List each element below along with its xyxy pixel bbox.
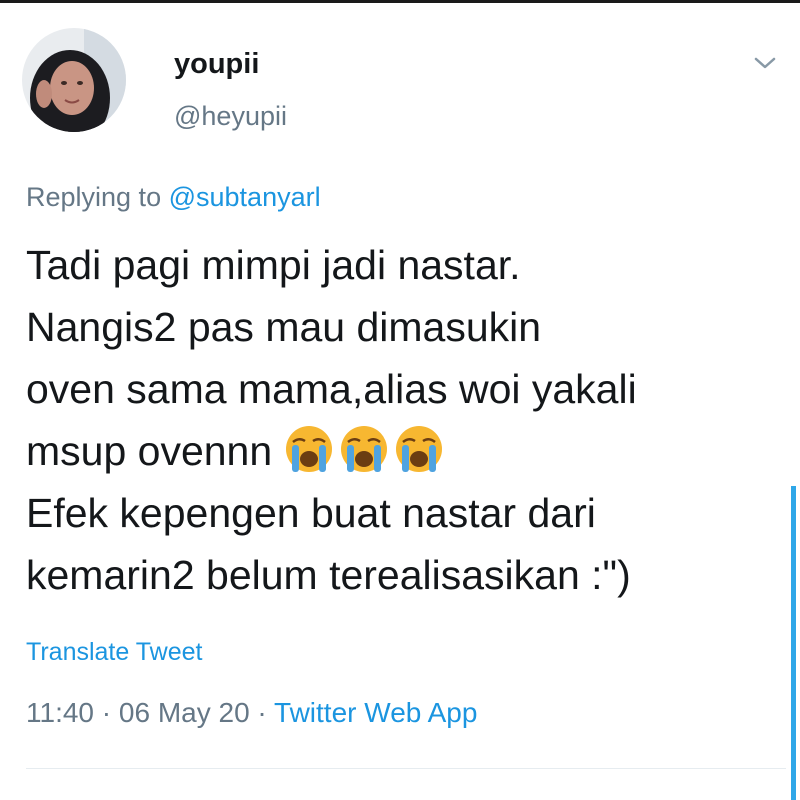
reply-context: Replying to @subtanyarl	[26, 182, 321, 213]
divider	[26, 768, 786, 769]
user-display-name[interactable]: youpii	[174, 48, 259, 81]
loudly-crying-face-icon	[339, 424, 389, 474]
tweet-text-line: Nangis2 pas mau dimasukin	[26, 304, 542, 350]
tweet-metadata: 11:40 · 06 May 20 · Twitter Web App	[26, 697, 477, 729]
user-handle[interactable]: @heyupii	[174, 101, 287, 132]
top-border	[0, 0, 800, 3]
reply-prefix: Replying to	[26, 182, 162, 212]
translate-tweet-link[interactable]: Translate Tweet	[26, 638, 202, 667]
meta-separator: ·	[101, 697, 112, 728]
tweet-date[interactable]: 06 May 20	[119, 697, 250, 728]
tweet-text-line: oven sama mama,alias woi yakali	[26, 366, 637, 412]
reply-mention-link[interactable]: @subtanyarl	[169, 182, 321, 212]
tweet-text-line: Tadi pagi mimpi jadi nastar.	[26, 242, 521, 288]
loudly-crying-face-icon	[394, 424, 444, 474]
tweet-screen: youpii @heyupii Replying to @subtanyarl …	[0, 0, 800, 800]
tweet-text-line: kemarin2 belum terealisasikan :")	[26, 552, 631, 598]
tweet-text: Tadi pagi mimpi jadi nastar. Nangis2 pas…	[26, 234, 786, 606]
avatar[interactable]	[22, 28, 126, 132]
tweet-time[interactable]: 11:40	[26, 697, 94, 728]
scrollbar[interactable]	[791, 486, 796, 800]
tweet-text-segment: msup ovennn	[26, 428, 273, 474]
meta-separator: ·	[257, 697, 267, 728]
loudly-crying-face-icon	[284, 424, 334, 474]
tweet-text-line: Efek kepengen buat nastar dari	[26, 490, 596, 536]
tweet-text-line-with-emoji: msup ovennn	[26, 420, 786, 482]
tweet-source-link[interactable]: Twitter Web App	[274, 697, 477, 728]
chevron-down-icon[interactable]	[750, 48, 780, 78]
